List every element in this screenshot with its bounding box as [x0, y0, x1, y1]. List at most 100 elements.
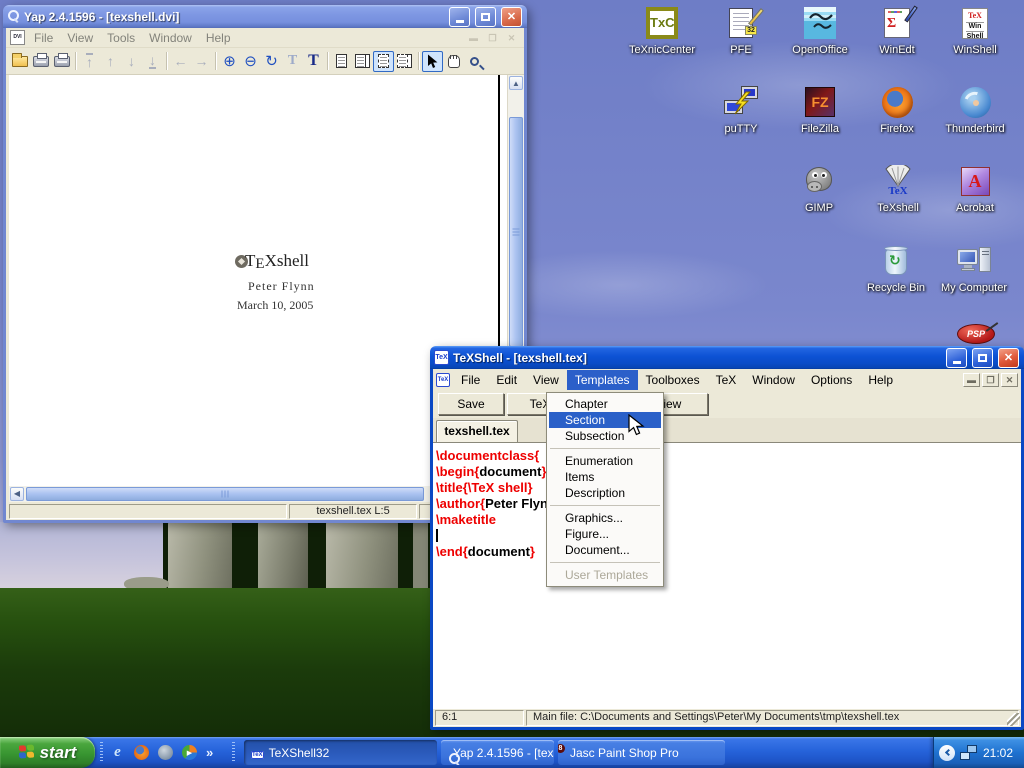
code-editor[interactable]: \documentclass{\begin{document}\title{\T… [433, 443, 1021, 709]
texshell-titlebar[interactable]: TeX TeXShell - [texshell.tex] ✕ [430, 346, 1024, 369]
texshell-menu-edit[interactable]: Edit [488, 370, 525, 390]
texshell-menu-help[interactable]: Help [860, 370, 901, 390]
menu-item-figure[interactable]: Figure... [549, 526, 661, 542]
mdi-close-icon[interactable]: ✕ [503, 31, 520, 45]
yap-menu-view[interactable]: View [60, 29, 100, 47]
desktop-icon-gimp[interactable]: GIMP [780, 163, 858, 214]
desktop-icon-openoffice[interactable]: OpenOffice [781, 5, 859, 56]
desktop-icon-firefox[interactable]: Firefox [858, 84, 936, 135]
close-button[interactable]: ✕ [501, 7, 522, 27]
mdi-minimize-icon[interactable]: ▬ [963, 373, 980, 387]
ruler-text-icon[interactable]: T [282, 51, 303, 72]
desktop-icon-mycomputer[interactable]: My Computer [935, 243, 1013, 294]
horizontal-scroll-thumb[interactable] [26, 487, 424, 501]
desktop-icon-winedt[interactable]: ΣWinEdt [858, 5, 936, 56]
taskband-grip[interactable] [232, 742, 235, 763]
texshell-menu-templates[interactable]: Templates [567, 370, 638, 390]
menu-item-document[interactable]: Document... [549, 542, 661, 558]
yap-menu-help[interactable]: Help [199, 29, 238, 47]
desktop-icon-acrobat[interactable]: AAcrobat [936, 163, 1014, 214]
texshell-menu-toolboxes[interactable]: Toolboxes [638, 370, 708, 390]
yap-menu-tools[interactable]: Tools [100, 29, 142, 47]
page-mode-icon[interactable] [373, 51, 394, 72]
quick-launch-grip[interactable] [100, 742, 103, 763]
firefox-icon [879, 84, 915, 120]
minimize-button[interactable] [946, 348, 967, 368]
maximize-button[interactable] [972, 348, 993, 368]
print-all-icon[interactable] [51, 51, 72, 72]
desktop-icon-winshell[interactable]: TeXWinShellWinShell [936, 5, 1014, 56]
next-page-icon[interactable]: ↓ [121, 51, 142, 72]
select-tool-icon[interactable] [422, 51, 443, 72]
back-icon[interactable]: ← [170, 51, 191, 72]
network-icon[interactable] [960, 745, 977, 760]
desktop-icon-paint-shop-pro[interactable]: PSP [957, 324, 999, 348]
zoom-in-icon[interactable]: ⊕ [219, 51, 240, 72]
taskbar-task-yap[interactable]: Yap 2.4.1596 - [texs... [441, 740, 554, 765]
text-bold-icon[interactable]: T [303, 51, 324, 72]
print-icon[interactable] [30, 51, 51, 72]
taskbar-task-texshell[interactable]: TeXTeXShell32 [244, 740, 437, 765]
view-facing-pages-icon[interactable] [352, 51, 373, 72]
tray-chevron-button[interactable] [939, 745, 955, 761]
zoom-out-icon[interactable]: ⊖ [240, 51, 261, 72]
start-button[interactable]: start [0, 737, 95, 768]
latex-command: \begin{ [436, 464, 479, 479]
mdi-restore-icon[interactable]: ❐ [484, 31, 501, 45]
save-button[interactable]: Save [438, 393, 504, 415]
last-page-icon[interactable]: ↓ [142, 51, 163, 72]
desktop-icon-texshell[interactable]: TeXTeXshell [859, 163, 937, 214]
prev-page-icon[interactable]: ↑ [100, 51, 121, 72]
menu-item-items[interactable]: Items [549, 469, 661, 485]
scroll-left-button[interactable]: ◀ [10, 487, 24, 501]
view-single-page-icon[interactable] [331, 51, 352, 72]
mouse-pointer [628, 414, 645, 438]
yap-status-empty [9, 504, 287, 519]
menu-item-description[interactable]: Description [549, 485, 661, 501]
texshell-menu-options[interactable]: Options [803, 370, 860, 390]
first-page-icon[interactable]: ↑ [79, 51, 100, 72]
texshell-menu-file[interactable]: File [453, 370, 488, 390]
latex-argument: document [479, 464, 541, 479]
firefox-icon[interactable] [132, 743, 151, 762]
mdi-minimize-icon[interactable]: ▬ [465, 31, 482, 45]
media-player-icon[interactable]: ▶ [180, 743, 199, 762]
texshell-menu-view[interactable]: View [525, 370, 567, 390]
tab-texshell-tex[interactable]: texshell.tex [436, 420, 518, 442]
redraw-icon[interactable]: ↻ [261, 51, 282, 72]
texshell-menu-window[interactable]: Window [744, 370, 803, 390]
texshell-menu-tex[interactable]: TeX [708, 370, 745, 390]
vertical-scroll-thumb[interactable] [509, 117, 523, 347]
forward-icon[interactable]: → [191, 51, 212, 72]
maximize-button[interactable] [475, 7, 496, 27]
resize-grip[interactable] [1007, 713, 1020, 726]
yap-menu-file[interactable]: File [27, 29, 60, 47]
menu-item-graphics[interactable]: Graphics... [549, 510, 661, 526]
desktop-icon-recyclebin[interactable]: ↻Recycle Bin [857, 243, 935, 294]
mdi-restore-icon[interactable]: ❐ [982, 373, 999, 387]
desktop-icon-filezilla[interactable]: FZFileZilla [781, 84, 859, 135]
menu-item-enumeration[interactable]: Enumeration [549, 453, 661, 469]
hand-tool-icon[interactable] [443, 51, 464, 72]
close-button[interactable]: ✕ [998, 348, 1019, 368]
yap-toolbar: ↑↑↓↓←→⊕⊖↻TT [6, 48, 524, 75]
quick-launch-overflow-chevron[interactable]: » [206, 745, 213, 760]
clock[interactable]: 21:02 [983, 746, 1013, 760]
mdi-close-icon[interactable]: ✕ [1001, 373, 1018, 387]
desktop-icon-texniccenter[interactable]: TxCTeXnicCenter [623, 5, 701, 56]
desktop-icon-thunderbird[interactable]: Thunderbird [936, 84, 1014, 135]
latex-command: \end{ [436, 544, 468, 559]
facing-mode-icon[interactable] [394, 51, 415, 72]
scroll-up-button[interactable]: ▲ [509, 76, 523, 90]
yap-titlebar[interactable]: Yap 2.4.1596 - [texshell.dvi] ✕ [3, 5, 527, 28]
desktop-icon-pfe[interactable]: 32PFE [702, 5, 780, 56]
open-folder-icon[interactable] [9, 51, 30, 72]
minimize-button[interactable] [449, 7, 470, 27]
taskbar-task-psp[interactable]: 8Jasc Paint Shop Pro [558, 740, 725, 765]
internet-explorer-icon[interactable]: e [108, 743, 127, 762]
thunderbird-icon[interactable] [156, 743, 175, 762]
menu-item-chapter[interactable]: Chapter [549, 396, 661, 412]
yap-menu-window[interactable]: Window [142, 29, 199, 47]
magnifier-tool-icon[interactable] [464, 51, 485, 72]
desktop-icon-putty[interactable]: puTTY [702, 84, 780, 135]
